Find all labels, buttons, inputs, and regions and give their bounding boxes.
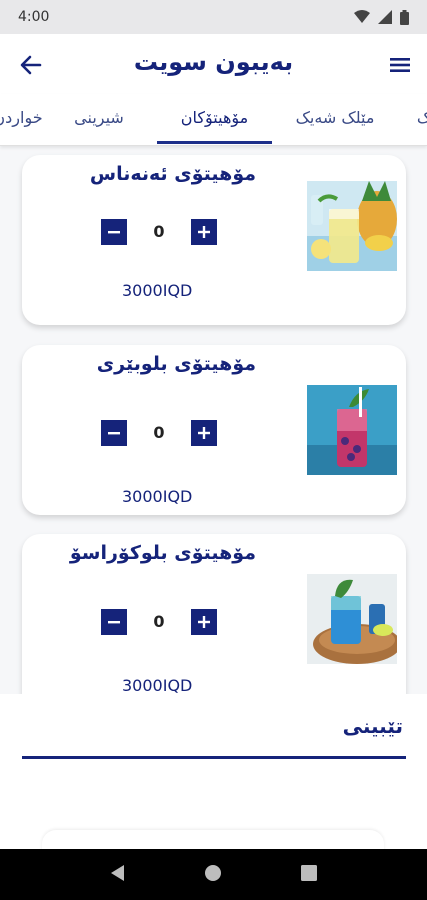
minus-icon	[108, 621, 120, 624]
quantity-value: 0	[127, 609, 191, 635]
decrease-button[interactable]	[101, 609, 127, 635]
product-image[interactable]	[307, 385, 397, 475]
nav-home-button[interactable]	[204, 864, 222, 886]
quantity-value: 0	[127, 219, 191, 245]
tab-mojitos[interactable]: مۆهیتۆکان	[157, 94, 272, 145]
circle-home-icon	[205, 864, 222, 881]
square-recents-icon	[301, 864, 318, 881]
tab-sweets[interactable]: شیرینی	[54, 94, 144, 145]
tab-partial[interactable]: ک	[404, 94, 427, 145]
product-card[interactable]: مۆهیتۆی بلوبێری 0 3000IQD	[22, 345, 406, 515]
nav-recents-button[interactable]	[300, 864, 318, 886]
quantity-stepper: 0	[101, 609, 217, 635]
decrease-button[interactable]	[101, 420, 127, 446]
product-name: مۆهیتۆی ئەنەناس	[89, 163, 256, 185]
increase-button[interactable]	[191, 420, 217, 446]
status-bar: 4:00	[0, 0, 427, 34]
product-card[interactable]: مۆهیتۆی ئەنەناس 0 3000IQD	[22, 155, 406, 325]
app-bar: بەیبون سویت	[0, 34, 427, 94]
increase-button[interactable]	[191, 219, 217, 245]
quantity-value: 0	[127, 420, 191, 446]
signal-icon	[378, 10, 392, 24]
product-price: 3000IQD	[122, 487, 193, 506]
battery-icon	[400, 9, 409, 25]
note-label: تێبینی	[342, 714, 403, 738]
nav-back-button[interactable]	[109, 864, 127, 886]
product-name: مۆهیتۆی بلوبێری	[96, 353, 256, 375]
quantity-stepper: 0	[101, 420, 217, 446]
quantity-stepper: 0	[101, 219, 217, 245]
plus-icon	[198, 616, 210, 628]
plus-icon	[198, 226, 210, 238]
wifi-icon	[354, 10, 370, 23]
decrease-button[interactable]	[101, 219, 127, 245]
minus-icon	[108, 231, 120, 234]
page-title: بەیبون سویت	[133, 48, 294, 76]
triangle-back-icon	[110, 864, 124, 881]
product-name: مۆهیتۆی بلوکۆراسۆ	[69, 542, 256, 564]
menu-button[interactable]	[387, 52, 413, 78]
active-tab-indicator	[157, 141, 272, 144]
note-section: تێبینی	[0, 694, 427, 854]
product-card[interactable]: مۆهیتۆی بلوکۆراسۆ 0 3000IQD	[22, 534, 406, 696]
category-tabs: ک مێلک شەیک مۆهیتۆکان شیرینی خواردن	[0, 94, 427, 146]
tab-food[interactable]: خواردن	[0, 94, 48, 145]
plus-icon	[198, 427, 210, 439]
product-image[interactable]	[307, 181, 397, 271]
product-image[interactable]	[307, 574, 397, 664]
increase-button[interactable]	[191, 609, 217, 635]
product-price: 3000IQD	[122, 676, 193, 695]
system-nav-bar	[0, 849, 427, 900]
minus-icon	[108, 432, 120, 435]
product-price: 3000IQD	[122, 281, 193, 300]
status-time: 4:00	[18, 9, 50, 25]
status-icons	[354, 9, 409, 25]
hamburger-menu-icon	[390, 58, 410, 72]
tab-milkshake[interactable]: مێلک شەیک	[280, 94, 390, 145]
note-underline	[22, 756, 406, 759]
